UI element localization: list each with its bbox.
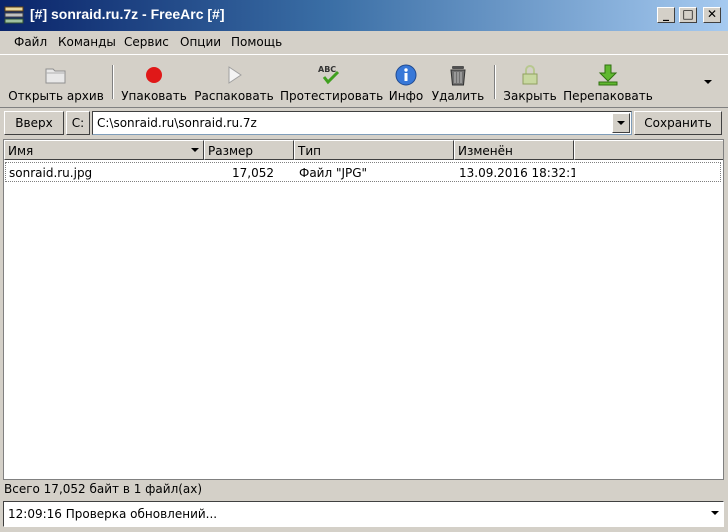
delete-label: Удалить	[431, 89, 485, 103]
file-list[interactable]: Имя Размер Тип Изменён sonraid.ru.jpg 17…	[3, 139, 724, 480]
column-header-size[interactable]: Размер	[204, 140, 294, 160]
pack-button[interactable]: Упаковать	[118, 57, 190, 107]
maximize-button[interactable]: □	[679, 7, 697, 23]
menu-service[interactable]: Сервис	[124, 35, 169, 49]
lock-icon	[522, 65, 538, 85]
file-row[interactable]: sonraid.ru.jpg 17,052 Файл "JPG" 13.09.2…	[5, 162, 721, 182]
column-header-name-label: Имя	[8, 144, 34, 158]
column-header-modified-label: Изменён	[458, 144, 513, 158]
menu-bar: Файл Команды Сервис Опции Помощь	[0, 31, 728, 53]
file-name: sonraid.ru.jpg	[9, 166, 93, 180]
file-type: Файл "JPG"	[299, 166, 368, 180]
window-title: [#] sonraid.ru.7z - FreeArc [#]	[30, 6, 225, 22]
menu-commands[interactable]: Команды	[58, 35, 116, 49]
status-summary: Всего 17,052 байт в 1 файл(ах)	[4, 482, 203, 496]
column-header-modified[interactable]: Изменён	[454, 140, 574, 160]
open-archive-button[interactable]: Открыть архив	[6, 57, 106, 107]
path-dropdown-button[interactable]	[612, 113, 630, 133]
pack-label: Упаковать	[121, 89, 187, 103]
status-bar: Всего 17,052 байт в 1 файл(ах)	[0, 481, 728, 499]
open-archive-label: Открыть архив	[8, 89, 104, 103]
close-archive-label: Закрыть	[503, 89, 557, 103]
close-button[interactable]: ✕	[703, 7, 721, 23]
sort-descending-icon	[191, 148, 199, 152]
freearc-app-icon[interactable]	[4, 6, 24, 24]
log-combobox[interactable]: 12:09:16 Проверка обновлений...	[3, 501, 724, 527]
menu-help[interactable]: Помощь	[231, 35, 282, 49]
log-value: 12:09:16 Проверка обновлений...	[8, 507, 218, 521]
record-icon	[146, 67, 162, 83]
repack-arrow-icon	[598, 64, 618, 86]
path-bar: Вверх C: C:\sonraid.ru\sonraid.ru.7z Сох…	[0, 109, 728, 139]
test-label: Протестировать	[280, 89, 384, 103]
path-combobox[interactable]: C:\sonraid.ru\sonraid.ru.7z	[92, 111, 632, 135]
column-header-type[interactable]: Тип	[294, 140, 454, 160]
toolbar: Открыть архив Упаковать Распаковать ABC …	[0, 54, 728, 108]
unpack-label: Распаковать	[194, 89, 274, 103]
play-icon	[228, 66, 242, 84]
info-icon	[395, 64, 417, 86]
chevron-down-icon[interactable]	[711, 511, 719, 515]
info-label: Инфо	[388, 89, 424, 103]
minimize-button[interactable]: _	[657, 7, 675, 23]
column-header-type-label: Тип	[298, 144, 321, 158]
abc-check-icon: ABC	[318, 65, 340, 85]
repack-button[interactable]: Перепаковать	[562, 57, 654, 107]
toolbar-overflow-chevron-icon[interactable]	[702, 77, 714, 87]
column-header-name[interactable]: Имя	[4, 140, 204, 160]
test-button[interactable]: ABC Протестировать	[280, 57, 384, 107]
file-modified: 13.09.2016 18:32:14	[459, 166, 575, 180]
repack-label: Перепаковать	[563, 89, 653, 103]
close-archive-button[interactable]: Закрыть	[500, 57, 560, 107]
delete-button[interactable]: Удалить	[430, 57, 486, 107]
svg-text:ABC: ABC	[318, 65, 336, 74]
path-value: C:\sonraid.ru\sonraid.ru.7z	[97, 116, 257, 130]
toolbar-separator	[112, 65, 114, 99]
file-size: 17,052	[232, 166, 274, 180]
info-button[interactable]: Инфо	[386, 57, 426, 107]
folder-icon	[45, 68, 66, 84]
up-button[interactable]: Вверх	[4, 111, 64, 135]
trash-icon	[450, 66, 466, 86]
column-header-filler	[574, 140, 723, 160]
chevron-down-icon	[617, 121, 625, 125]
drive-button[interactable]: C:	[66, 111, 90, 135]
menu-options[interactable]: Опции	[180, 35, 221, 49]
title-bar[interactable]: [#] sonraid.ru.7z - FreeArc [#] _ □ ✕	[0, 0, 728, 31]
column-header-size-label: Размер	[208, 144, 254, 158]
freearc-window: [#] sonraid.ru.7z - FreeArc [#] _ □ ✕ Фа…	[0, 0, 728, 532]
save-button[interactable]: Сохранить	[634, 111, 722, 135]
menu-file[interactable]: Файл	[14, 35, 47, 49]
unpack-button[interactable]: Распаковать	[192, 57, 276, 107]
toolbar-separator	[494, 65, 496, 99]
